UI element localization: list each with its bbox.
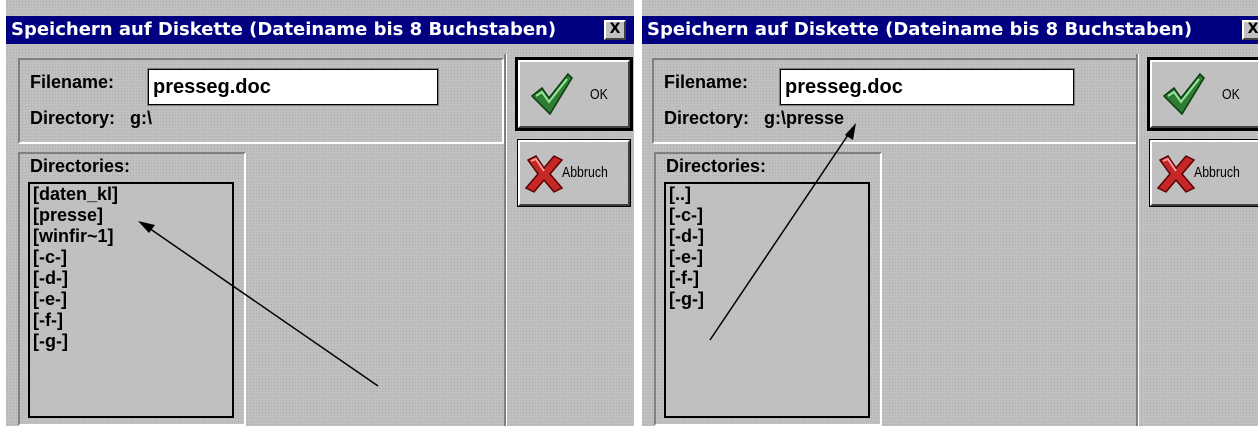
arrow-annotation bbox=[709, 123, 856, 341]
save-dialog-right: Speichern auf Diskette (Dateiname bis 8 … bbox=[642, 0, 1258, 426]
arrow-annotation bbox=[138, 221, 379, 387]
save-dialog-left: Speichern auf Diskette (Dateiname bis 8 … bbox=[6, 0, 634, 426]
